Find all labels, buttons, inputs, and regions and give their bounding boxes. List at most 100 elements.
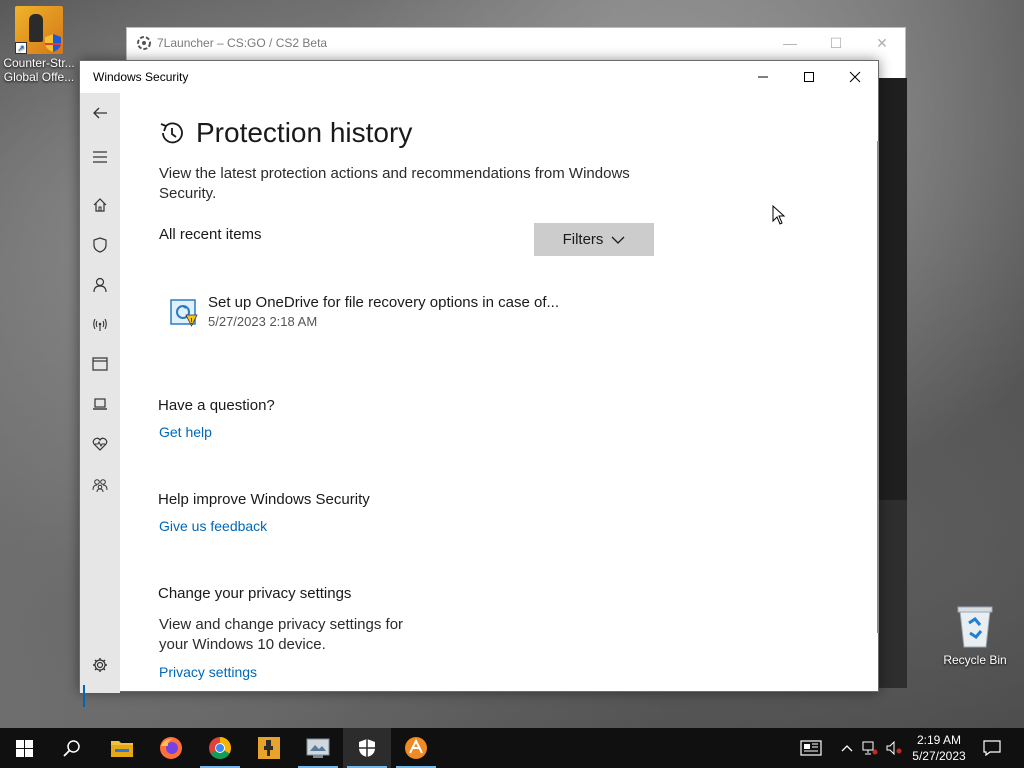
taskbar-clock[interactable]: 2:19 AM 5/27/2023 (906, 732, 972, 764)
windows-logo-icon (15, 739, 33, 757)
launcher-close-button[interactable]: ✕ (859, 28, 905, 58)
window-title: Windows Security (93, 70, 189, 84)
family-icon (92, 479, 108, 493)
launcher-minimize-button[interactable]: — (767, 28, 813, 58)
desktop-icon-csgo[interactable]: ↗ Counter-Str... Global Offe... (0, 6, 78, 84)
taskbar-7launcher[interactable] (294, 728, 342, 768)
tray-news-button[interactable] (796, 728, 826, 768)
launcher-maximize-button[interactable]: ☐ (813, 28, 859, 58)
history-item-timestamp: 5/27/2023 2:18 AM (208, 314, 318, 329)
browser-window-icon (92, 357, 108, 371)
csgo-icon: ↗ (15, 6, 63, 54)
back-button[interactable] (80, 93, 120, 133)
sidebar-item-app-browser-control[interactable] (80, 344, 120, 384)
page-title-text: Protection history (196, 117, 413, 148)
page-title: Protection history (158, 117, 412, 149)
close-button[interactable] (832, 61, 878, 93)
svg-text:!: ! (190, 317, 192, 326)
privacy-settings-link[interactable]: Privacy settings (159, 664, 257, 680)
taskbar: 2:19 AM 5/27/2023 (0, 728, 1024, 768)
launcher-logo-icon (137, 36, 151, 50)
improve-heading: Help improve Windows Security (158, 491, 370, 508)
page-description: View the latest protection actions and r… (159, 165, 630, 202)
desktop-icon-label: Recycle Bin (943, 653, 1007, 667)
gear-icon (93, 658, 107, 672)
volume-muted-icon (886, 741, 902, 755)
filters-button[interactable]: Filters (534, 223, 654, 256)
close-icon (849, 71, 861, 83)
tray-overflow-button[interactable] (838, 728, 856, 768)
folder-icon (111, 741, 133, 757)
launcher-icon (306, 738, 330, 758)
laptop-icon (93, 398, 107, 410)
orange-app-icon (405, 737, 427, 759)
main-content: Protection history View the latest prote… (120, 93, 880, 693)
notification-icon (983, 740, 1001, 756)
shield-icon (93, 237, 107, 253)
csgo-icon (258, 737, 280, 759)
filter-label: All recent items (159, 226, 262, 243)
network-icon (862, 741, 878, 755)
sidebar-selection-indicator (83, 685, 85, 707)
clock-time: 2:19 AM (916, 733, 962, 747)
taskbar-file-explorer[interactable] (98, 728, 146, 768)
start-button[interactable] (0, 728, 48, 768)
taskbar-counter-strike[interactable] (245, 728, 293, 768)
sidebar-item-family-options[interactable] (80, 465, 120, 505)
minimize-button[interactable] (740, 61, 786, 93)
hamburger-icon (93, 151, 107, 163)
chrome-icon (209, 737, 231, 759)
taskbar-orange-app[interactable] (392, 728, 440, 768)
feedback-link[interactable]: Give us feedback (159, 518, 267, 534)
sidebar-item-virus-protection[interactable] (80, 225, 120, 265)
sidebar-item-account-protection[interactable] (80, 265, 120, 305)
maximize-button[interactable] (786, 61, 832, 93)
firefox-icon (160, 737, 182, 759)
sidebar-item-device-security[interactable] (80, 384, 120, 424)
chevron-down-icon (611, 236, 625, 244)
filters-button-label: Filters (562, 231, 604, 248)
antenna-icon (93, 318, 107, 331)
chevron-up-icon (841, 745, 853, 752)
desktop-icon-recycle-bin[interactable]: Recycle Bin (936, 603, 1014, 667)
tray-volume-button[interactable] (884, 728, 904, 768)
recycle-bin-icon (951, 603, 999, 651)
question-heading: Have a question? (158, 397, 275, 414)
history-item-title: Set up OneDrive for file recovery option… (208, 294, 559, 311)
person-icon (93, 277, 107, 293)
sidebar-item-device-performance[interactable] (80, 424, 120, 464)
launcher-title: 7Launcher – CS:GO / CS2 Beta (157, 36, 328, 50)
action-center-button[interactable] (980, 728, 1004, 768)
tray-network-button[interactable] (860, 728, 880, 768)
sidebar-item-firewall[interactable] (80, 304, 120, 344)
sidebar (80, 93, 120, 707)
minimize-icon (758, 76, 768, 78)
maximize-icon (804, 72, 814, 82)
history-item[interactable]: ! Set up OneDrive for file recovery opti… (170, 293, 590, 333)
desktop-icon-label: Counter-Str... Global Offe... (3, 56, 75, 84)
heart-pulse-icon (92, 437, 108, 451)
news-icon (800, 740, 822, 756)
taskbar-firefox[interactable] (147, 728, 195, 768)
history-icon (160, 122, 183, 144)
privacy-description: View and change privacy settings for you… (159, 616, 404, 653)
scrollbar[interactable] (877, 141, 879, 633)
taskbar-windows-security[interactable] (343, 728, 391, 768)
search-icon (63, 740, 80, 757)
shield-icon (359, 739, 375, 757)
windows-security-window[interactable]: Windows Security Protection history View… (79, 60, 880, 707)
back-arrow-icon (93, 107, 107, 119)
launcher-content-edge-lower (879, 500, 907, 688)
get-help-link[interactable]: Get help (159, 424, 212, 440)
taskbar-chrome[interactable] (196, 728, 244, 768)
sidebar-item-settings[interactable] (80, 645, 120, 685)
sidebar-item-home[interactable] (80, 185, 120, 225)
shortcut-arrow-icon: ↗ (15, 42, 27, 54)
mouse-cursor-icon (772, 205, 786, 225)
privacy-heading: Change your privacy settings (158, 585, 352, 602)
home-icon (93, 198, 107, 212)
onedrive-recovery-icon: ! (170, 299, 198, 327)
search-button[interactable] (48, 728, 96, 768)
menu-button[interactable] (80, 137, 120, 177)
clock-date: 5/27/2023 (912, 749, 966, 763)
